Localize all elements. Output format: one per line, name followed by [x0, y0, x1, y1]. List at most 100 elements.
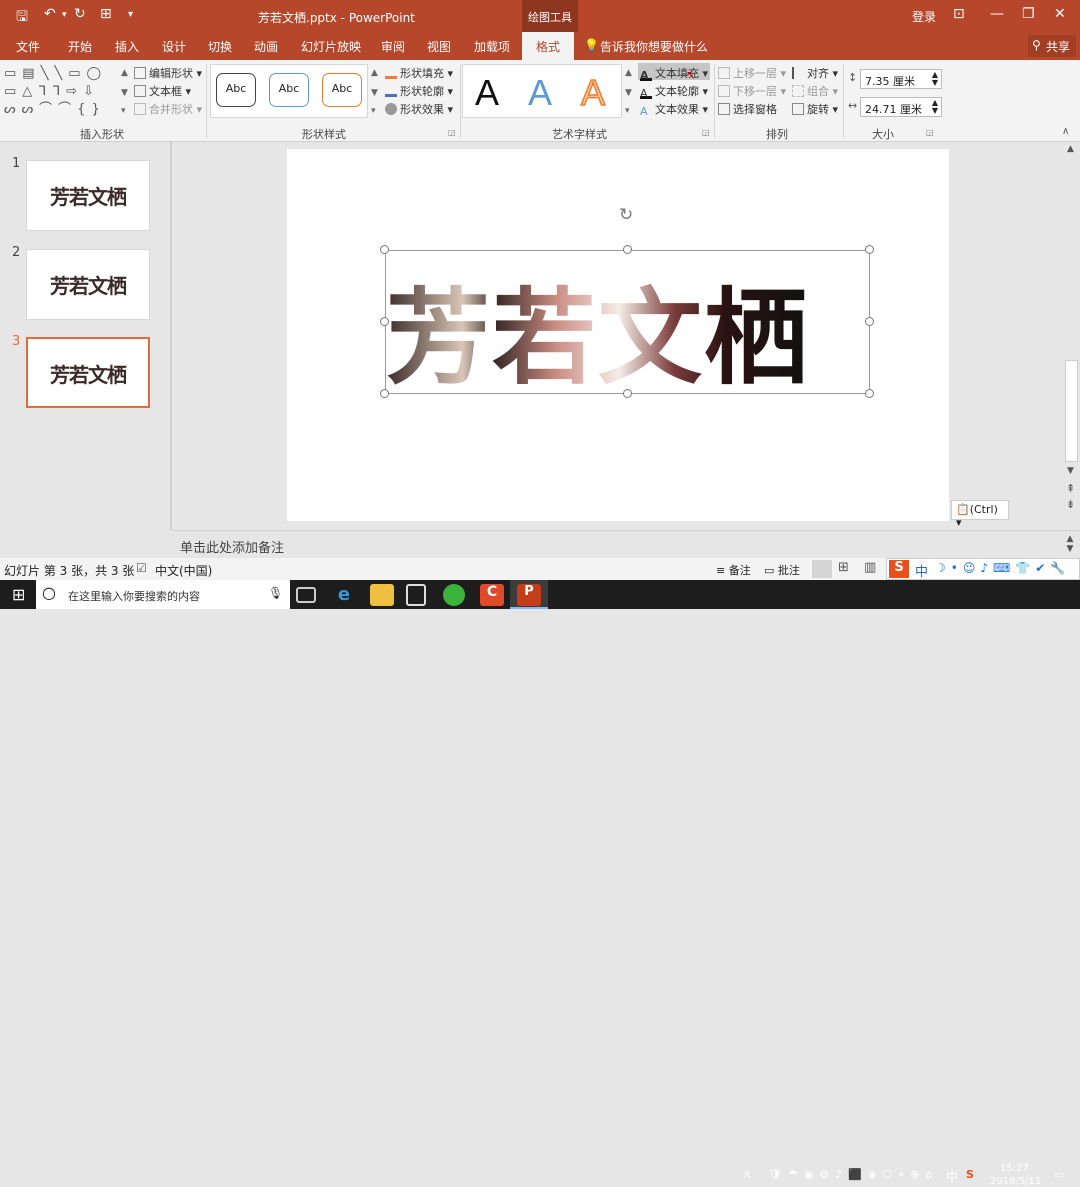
- scrollbar-thumb[interactable]: [1065, 360, 1078, 462]
- clock-time[interactable]: 15:27: [1000, 1163, 1029, 1174]
- styles-more-icon[interactable]: ▾: [371, 106, 376, 116]
- slide-sorter-icon[interactable]: ⊞: [838, 560, 849, 575]
- styles-scroll-down-icon[interactable]: ▼: [371, 88, 378, 98]
- undo-icon[interactable]: ↶: [44, 6, 56, 22]
- group-button[interactable]: 组合 ▾: [792, 83, 838, 99]
- store-icon[interactable]: [406, 584, 426, 606]
- comments-toggle[interactable]: ▭ 批注: [764, 562, 800, 578]
- shape-fill-button[interactable]: 形状填充 ▾: [385, 65, 453, 81]
- ime-tools-icon[interactable]: ☽•☺♪⌨👕✔🔧: [935, 561, 1070, 575]
- gallery-more-icon[interactable]: ▾: [121, 106, 126, 116]
- bring-forward-button[interactable]: 上移一层 ▾: [718, 65, 786, 81]
- next-slide-icon[interactable]: ⇟: [1066, 498, 1075, 511]
- sogou-logo-icon[interactable]: S: [889, 560, 909, 578]
- notes-pane[interactable]: 单击此处添加备注: [172, 530, 1080, 558]
- scroll-up-icon[interactable]: ▲: [1067, 144, 1074, 154]
- resize-handle[interactable]: [623, 245, 632, 254]
- shape-style-1[interactable]: Abc: [216, 73, 256, 107]
- tab-review[interactable]: 审阅: [381, 38, 405, 55]
- text-fill-button[interactable]: A 文本填充 ▾: [640, 65, 708, 82]
- slide-thumbnail-1[interactable]: 芳若文栖: [26, 160, 150, 231]
- microphone-icon[interactable]: 🎙: [268, 586, 283, 600]
- rotate-handle-icon[interactable]: ↻: [619, 205, 633, 225]
- tell-me-box[interactable]: 告诉我你想要做什么: [600, 38, 708, 55]
- people-icon[interactable]: ጰ: [744, 1168, 751, 1182]
- tab-design[interactable]: 设计: [162, 38, 186, 55]
- maximize-icon[interactable]: ❐: [1022, 6, 1035, 22]
- clock-date[interactable]: 2018/5/11: [990, 1176, 1041, 1187]
- wordart-scroll-down-icon[interactable]: ▼: [625, 88, 632, 98]
- selection-pane-button[interactable]: 选择窗格: [718, 101, 777, 117]
- shapes-gallery[interactable]: ▭▤╲╲▭◯ ▭△ᒣᒣ⇨⇩ ᔕᔕ⌒⌒{}: [4, 65, 122, 121]
- tab-insert[interactable]: 插入: [115, 38, 139, 55]
- height-input[interactable]: 7.35 厘米 ▲ ▼: [860, 69, 942, 89]
- login-link[interactable]: 登录: [912, 8, 936, 25]
- send-backward-button[interactable]: 下移一层 ▾: [718, 83, 786, 99]
- wordart-more-icon[interactable]: ▾: [625, 106, 630, 116]
- tab-file[interactable]: 文件: [16, 38, 40, 55]
- ime-mode[interactable]: 中: [915, 561, 928, 580]
- file-explorer-icon[interactable]: [370, 584, 394, 606]
- tray-sogou-icon[interactable]: S: [966, 1168, 974, 1181]
- size-launcher-icon[interactable]: ◲: [926, 128, 934, 137]
- tray-ime-indicator[interactable]: 中: [946, 1168, 958, 1185]
- text-box-button[interactable]: 文本框 ▾: [134, 83, 191, 99]
- slide-thumbnail-2[interactable]: 芳若文栖: [26, 249, 150, 320]
- taskbar-search-box[interactable]: ○ 在这里输入你要搜索的内容 🎙: [36, 580, 290, 609]
- tab-home[interactable]: 开始: [68, 38, 92, 55]
- wordart-scroll-up-icon[interactable]: ▲: [625, 68, 632, 78]
- resize-handle[interactable]: [380, 245, 389, 254]
- slide-thumbnail-3[interactable]: 芳若文栖: [26, 337, 150, 408]
- normal-view-icon[interactable]: [812, 560, 832, 578]
- resize-handle[interactable]: [865, 245, 874, 254]
- resize-handle[interactable]: [380, 389, 389, 398]
- rotate-button[interactable]: 旋转 ▾: [792, 101, 838, 117]
- tab-transitions[interactable]: 切换: [208, 38, 232, 55]
- tab-format[interactable]: 格式: [522, 32, 575, 60]
- edit-shape-button[interactable]: 编辑形状 ▾: [134, 65, 202, 81]
- shape-effects-button[interactable]: 形状效果 ▾: [385, 101, 453, 117]
- paste-options-button[interactable]: 📋(Ctrl) ▾: [951, 500, 1009, 529]
- spellcheck-icon[interactable]: ☑: [136, 561, 147, 575]
- wordart-style-2[interactable]: A: [528, 72, 552, 114]
- windows-start-icon[interactable]: ⊞: [12, 585, 25, 604]
- shape-styles-launcher-icon[interactable]: ◲: [448, 128, 456, 137]
- redo-icon[interactable]: ↻: [74, 6, 86, 22]
- edge-browser-icon[interactable]: e: [332, 584, 356, 606]
- resize-handle[interactable]: [865, 389, 874, 398]
- ribbon-display-icon[interactable]: ⊡: [953, 6, 965, 22]
- width-input[interactable]: 24.71 厘米 ▲ ▼: [860, 97, 942, 117]
- text-effects-button[interactable]: A 文本效果 ▾: [640, 101, 708, 118]
- save-icon[interactable]: 🖫: [16, 6, 28, 30]
- resize-handle[interactable]: [865, 317, 874, 326]
- notes-scroll-icon[interactable]: ▲ ▼: [1063, 534, 1077, 554]
- shape-style-3[interactable]: Abc: [322, 73, 362, 107]
- close-icon[interactable]: ✕: [1054, 6, 1066, 22]
- tab-slideshow[interactable]: 幻灯片放映: [301, 38, 361, 55]
- tab-animations[interactable]: 动画: [254, 38, 278, 55]
- presentation-icon[interactable]: ⊞: [100, 6, 112, 22]
- notes-toggle[interactable]: ≡ 备注: [716, 562, 751, 578]
- wordart-style-3[interactable]: A: [580, 71, 606, 114]
- tab-addins[interactable]: 加载项: [474, 38, 510, 55]
- shape-style-2[interactable]: Abc: [269, 73, 309, 107]
- tray-icons[interactable]: 🛡☂◉⚙♪⬛◈⎔⌖⊕⌂: [768, 1168, 938, 1182]
- wordart-launcher-icon[interactable]: ◲: [702, 128, 710, 137]
- tab-view[interactable]: 视图: [427, 38, 451, 55]
- wordart-style-1[interactable]: A: [475, 72, 499, 114]
- resize-handle[interactable]: [623, 389, 632, 398]
- styles-scroll-up-icon[interactable]: ▲: [371, 68, 378, 78]
- browser-360-icon[interactable]: [443, 584, 465, 606]
- previous-slide-icon[interactable]: ⇞: [1066, 482, 1075, 495]
- minimize-icon[interactable]: —: [990, 6, 1004, 22]
- shape-outline-button[interactable]: 形状轮廓 ▾: [385, 83, 453, 99]
- share-button[interactable]: 共享: [1046, 38, 1070, 55]
- text-outline-button[interactable]: A 文本轮廓 ▾: [640, 83, 708, 100]
- scroll-down-icon[interactable]: ▼: [1067, 466, 1074, 476]
- merge-shapes-button[interactable]: 合并形状 ▾: [134, 101, 202, 117]
- reading-view-icon[interactable]: ▥: [864, 560, 876, 575]
- customize-qat-icon[interactable]: ▾: [128, 9, 133, 20]
- undo-dropdown-icon[interactable]: ▾: [62, 10, 67, 20]
- gallery-scroll-up-icon[interactable]: ▲: [121, 68, 128, 78]
- notification-center-icon[interactable]: ▭: [1054, 1168, 1064, 1181]
